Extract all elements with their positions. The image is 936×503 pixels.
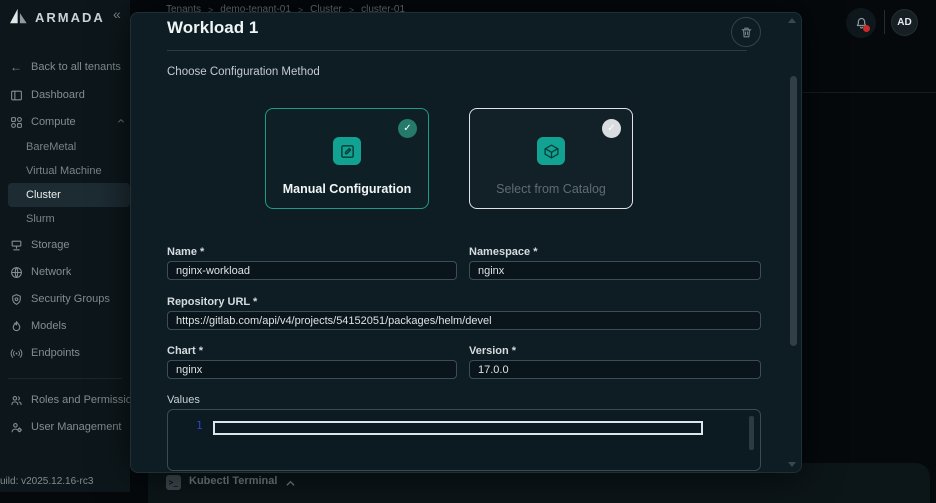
check-icon: ✓ [602,119,621,138]
config-method-label: Choose Configuration Method [167,66,320,78]
sidebar-item-label: Endpoints [31,347,80,359]
values-code-editor[interactable]: 1 [167,409,761,471]
workload-dialog: Workload 1 Choose Configuration Method ✓… [130,12,802,473]
sidebar-item-label: Dashboard [31,89,85,101]
sidebar-item-dashboard[interactable]: Dashboard [0,83,130,107]
users-icon [9,393,23,407]
sidebar-item-storage[interactable]: Storage [0,233,130,257]
build-version: uild: v2025.12.16-rc3 [0,476,94,487]
editor-line-number: 1 [196,419,203,432]
terminal-label: Kubectl Terminal [189,475,278,487]
dialog-title: Workload 1 [167,18,259,37]
name-input[interactable] [167,261,457,280]
editor-scrollbar[interactable] [749,416,754,450]
user-gear-icon [9,420,23,434]
version-input[interactable] [469,360,761,379]
repository-url-input[interactable] [167,311,761,330]
select-from-catalog-card[interactable]: ✓ Select from Catalog [469,108,633,209]
sidebar-collapse-icon[interactable]: « [113,6,121,22]
sidebar-item-back-to-tenants[interactable]: ← Back to all tenants [0,55,130,79]
sidebar-divider [8,378,122,379]
chart-input[interactable] [167,360,457,379]
notifications-button[interactable] [846,8,876,38]
sidebar-item-label: Security Groups [31,293,110,305]
scrollbar-up-arrow[interactable] [788,18,796,23]
scrollbar-down-arrow[interactable] [788,462,796,467]
sidebar-item-cluster[interactable]: Cluster [8,183,130,207]
sidebar-item-label: Virtual Machine [26,165,102,177]
app-root: { "colors": { "accent_teal": "#12a291", … [0,0,936,503]
dashboard-icon [9,88,23,102]
card-label: Manual Configuration [282,182,412,196]
sidebar-item-label: Slurm [26,213,55,225]
namespace-input[interactable] [469,261,761,280]
card-label: Select from Catalog [496,182,606,196]
header-vertical-divider [884,10,885,34]
broadcast-icon [9,346,23,360]
name-label: Name * [167,246,205,258]
sidebar-item-compute[interactable]: Compute [0,110,130,134]
notification-dot [863,25,870,32]
sidebar-item-label: User Management [31,421,122,433]
sidebar-item-roles-permissions[interactable]: Roles and Permissions [0,388,130,412]
terminal-icon: >_ [166,475,181,490]
sidebar-item-label: Cluster [26,189,61,201]
namespace-label: Namespace * [469,246,538,258]
sidebar-item-label: Back to all tenants [31,61,121,73]
sidebar-item-label: Models [31,320,67,332]
sidebar-item-label: BareMetal [26,141,77,153]
sidebar-item-endpoints[interactable]: Endpoints [0,341,130,365]
flame-icon [9,319,23,333]
sidebar-item-virtual-machine[interactable]: Virtual Machine [0,159,130,183]
sidebar-item-network[interactable]: Network [0,260,130,284]
back-arrow-icon: ← [10,60,22,74]
sidebar-item-label: Storage [31,239,70,251]
storage-icon [9,238,23,252]
sidebar-item-label: Roles and Permissions [31,394,130,406]
manual-configuration-card[interactable]: ✓ Manual Configuration [265,108,429,209]
check-icon: ✓ [398,119,417,138]
compute-icon [9,115,23,129]
modal-scrollbar[interactable] [790,76,797,346]
network-globe-icon [9,265,23,279]
delete-workload-button[interactable] [731,17,761,47]
version-label: Version * [469,345,517,357]
sidebar-item-security-groups[interactable]: Security Groups [0,287,130,311]
cube-icon [537,137,565,165]
trash-icon [741,27,751,37]
sidebar-item-label: Network [31,266,72,278]
sidebar-item-baremetal[interactable]: BareMetal [0,135,130,159]
values-label: Values [167,394,200,406]
sidebar-item-user-management[interactable]: User Management [0,415,130,439]
editor-selection-box [213,421,703,435]
armada-logo: ARMADA [9,8,105,26]
repository-url-label: Repository URL * [167,296,258,308]
title-divider [167,50,747,51]
user-avatar[interactable]: AD [891,9,918,36]
logo-text: ARMADA [35,9,105,25]
sidebar-item-models[interactable]: Models [0,314,130,338]
chevron-up-icon [117,116,125,128]
edit-pencil-icon [333,137,361,165]
sidebar: ARMADA « ← Back to all tenants Dashboard… [0,0,130,492]
sidebar-item-label: Compute [31,116,76,128]
shield-icon [9,292,23,306]
chart-label: Chart * [167,345,204,357]
sidebar-item-slurm[interactable]: Slurm [0,207,130,231]
chevron-up-icon[interactable] [285,476,296,494]
sail-logo-icon [10,8,27,24]
